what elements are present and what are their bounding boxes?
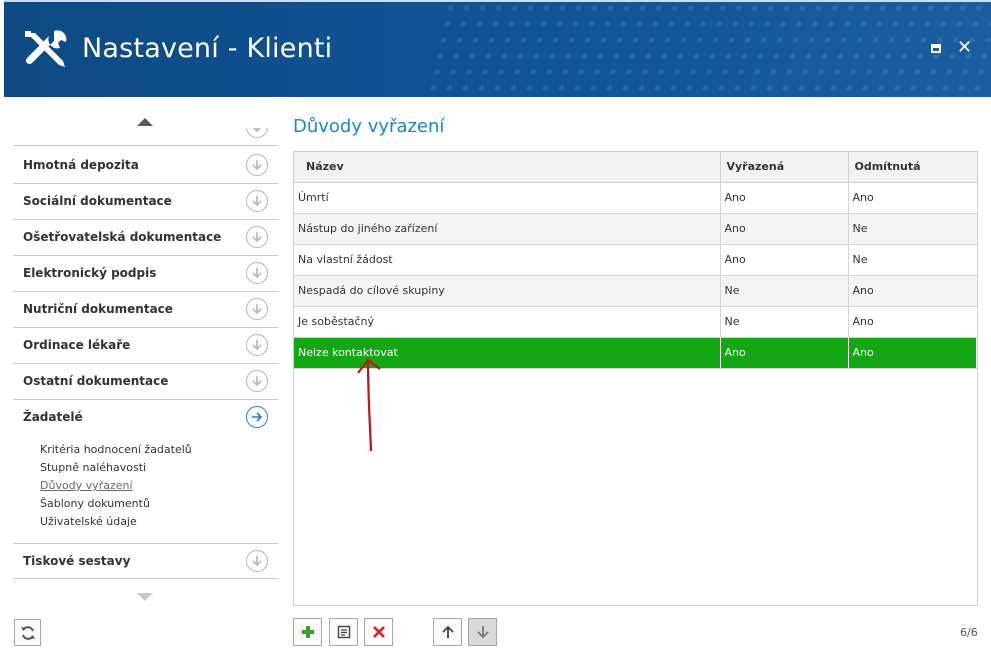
title-bar-pattern [423, 0, 991, 97]
sidebar-item-ostatni-dokumentace[interactable]: Ostatní dokumentace [13, 364, 278, 400]
expand-icon[interactable] [246, 298, 268, 320]
table-row-selected[interactable]: Nelze kontaktovat Ano Ano [294, 337, 977, 369]
sub-item-stupne[interactable]: Stupně naléhavosti [40, 459, 192, 477]
table-row[interactable]: Je soběstačný Ne Ano [294, 306, 977, 338]
cell-vyrazena: Ne [720, 275, 849, 307]
refresh-button[interactable] [14, 619, 41, 646]
column-header-nazev[interactable]: Název [294, 152, 721, 183]
record-counter: 6/6 [960, 626, 978, 639]
sidebar-item-osetrovatelska-dokumentace[interactable]: Ošetřovatelská dokumentace [13, 220, 278, 256]
cell-nazev: Na vlastní žádost [294, 244, 721, 276]
table-row[interactable]: Úmrtí Ano Ano [294, 182, 977, 214]
cell-odmitnuta: Ne [848, 213, 977, 245]
sub-item-duvody-vyrazeni[interactable]: Důvody vyřazení [40, 477, 192, 495]
move-down-button[interactable] [468, 618, 497, 646]
sidebar: Hmotná depozita Sociální dokumentace Oše… [13, 110, 278, 605]
expand-icon[interactable] [246, 334, 268, 356]
cell-odmitnuta: Ano [848, 337, 977, 369]
expand-icon[interactable] [246, 550, 268, 572]
add-button[interactable] [293, 618, 322, 646]
maximize-icon[interactable] [931, 44, 941, 53]
expand-icon[interactable] [246, 262, 268, 284]
add-icon [301, 626, 314, 638]
column-header-odmitnuta[interactable]: Odmítnutá [848, 152, 977, 183]
sidebar-item-partial [13, 128, 278, 146]
delete-button[interactable] [364, 618, 393, 646]
arrow-right-circle-icon[interactable] [246, 406, 268, 428]
edit-button[interactable] [329, 618, 358, 646]
expand-icon[interactable] [246, 370, 268, 392]
cell-odmitnuta: Ano [848, 275, 977, 307]
annotation-arrow-icon [357, 358, 381, 452]
table-row[interactable]: Nespadá do cílové skupiny Ne Ano [294, 275, 977, 307]
page-title: Důvody vyřazení [293, 116, 445, 137]
delete-icon [372, 626, 385, 638]
sidebar-item-label: Hmotná depozita [23, 158, 139, 172]
table-row[interactable]: Nástup do jiného zařízení Ano Ne [294, 213, 977, 245]
window-title: Nastavení - Klienti [82, 33, 333, 64]
cell-nazev: Nástup do jiného zařízení [294, 213, 721, 245]
close-icon[interactable]: ✕ [957, 38, 972, 58]
sidebar-item-label: Žadatelé [23, 410, 83, 424]
expand-icon[interactable] [246, 226, 268, 248]
sidebar-item-tiskove-sestavy[interactable]: Tiskové sestavy [13, 543, 278, 579]
cell-nazev: Je soběstačný [294, 306, 721, 338]
sidebar-item-label: Sociální dokumentace [23, 194, 172, 208]
cell-vyrazena: Ne [720, 306, 849, 338]
sidebar-item-zadatele[interactable]: Žadatelé [13, 400, 278, 436]
sub-item-uzivatelske-udaje[interactable]: Uživatelské údaje [40, 513, 192, 531]
expand-icon[interactable] [246, 190, 268, 212]
column-header-vyrazena[interactable]: Vyřazená [720, 152, 849, 183]
cell-vyrazena: Ano [720, 182, 849, 214]
move-up-icon [441, 625, 454, 638]
table-header: Název Vyřazená Odmítnutá [294, 152, 977, 183]
table-row[interactable]: Na vlastní žádost Ano Ne [294, 244, 977, 276]
refresh-icon [20, 625, 35, 640]
sub-item-kriteria[interactable]: Kritéria hodnocení žadatelů [40, 441, 192, 459]
sidebar-item-label: Ostatní dokumentace [23, 374, 169, 388]
cell-vyrazena: Ano [720, 213, 849, 245]
scroll-up-arrow-icon[interactable] [137, 118, 153, 126]
sidebar-item-nutricni-dokumentace[interactable]: Nutriční dokumentace [13, 292, 278, 328]
edit-icon [337, 625, 350, 639]
cell-vyrazena: Ano [720, 244, 849, 276]
cell-nazev: Úmrtí [294, 182, 721, 214]
sub-item-list: Kritéria hodnocení žadatelů Stupně naléh… [40, 441, 192, 531]
expand-icon[interactable] [246, 128, 268, 138]
cell-odmitnuta: Ano [848, 182, 977, 214]
sidebar-item-label: Elektronický podpis [23, 266, 157, 280]
expand-icon[interactable] [246, 154, 268, 176]
sidebar-item-ordinace-lekare[interactable]: Ordinace lékaře [13, 328, 278, 364]
sidebar-item-label: Ordinace lékaře [23, 338, 131, 352]
cell-nazev: Nespadá do cílové skupiny [294, 275, 721, 307]
cell-odmitnuta: Ano [848, 306, 977, 338]
sub-item-sablony[interactable]: Šablony dokumentů [40, 495, 192, 513]
cell-odmitnuta: Ne [848, 244, 977, 276]
cell-vyrazena: Ano [720, 337, 849, 369]
sidebar-item-label: Tiskové sestavy [23, 554, 131, 568]
scroll-down-arrow-icon[interactable] [137, 593, 153, 601]
data-grid: Název Vyřazená Odmítnutá Úmrtí Ano Ano N… [293, 151, 978, 606]
title-bar: Nastavení - Klienti ✕ [4, 0, 991, 97]
move-up-button[interactable] [433, 618, 462, 646]
sidebar-item-elektronicky-podpis[interactable]: Elektronický podpis [13, 256, 278, 292]
sidebar-item-label: Ošetřovatelská dokumentace [23, 230, 222, 244]
sidebar-item-hmotna-depozita[interactable]: Hmotná depozita [13, 148, 278, 184]
tools-icon [25, 30, 67, 67]
sidebar-item-label: Nutriční dokumentace [23, 302, 173, 316]
move-down-icon [476, 626, 489, 639]
sidebar-item-socialni-dokumentace[interactable]: Sociální dokumentace [13, 184, 278, 220]
